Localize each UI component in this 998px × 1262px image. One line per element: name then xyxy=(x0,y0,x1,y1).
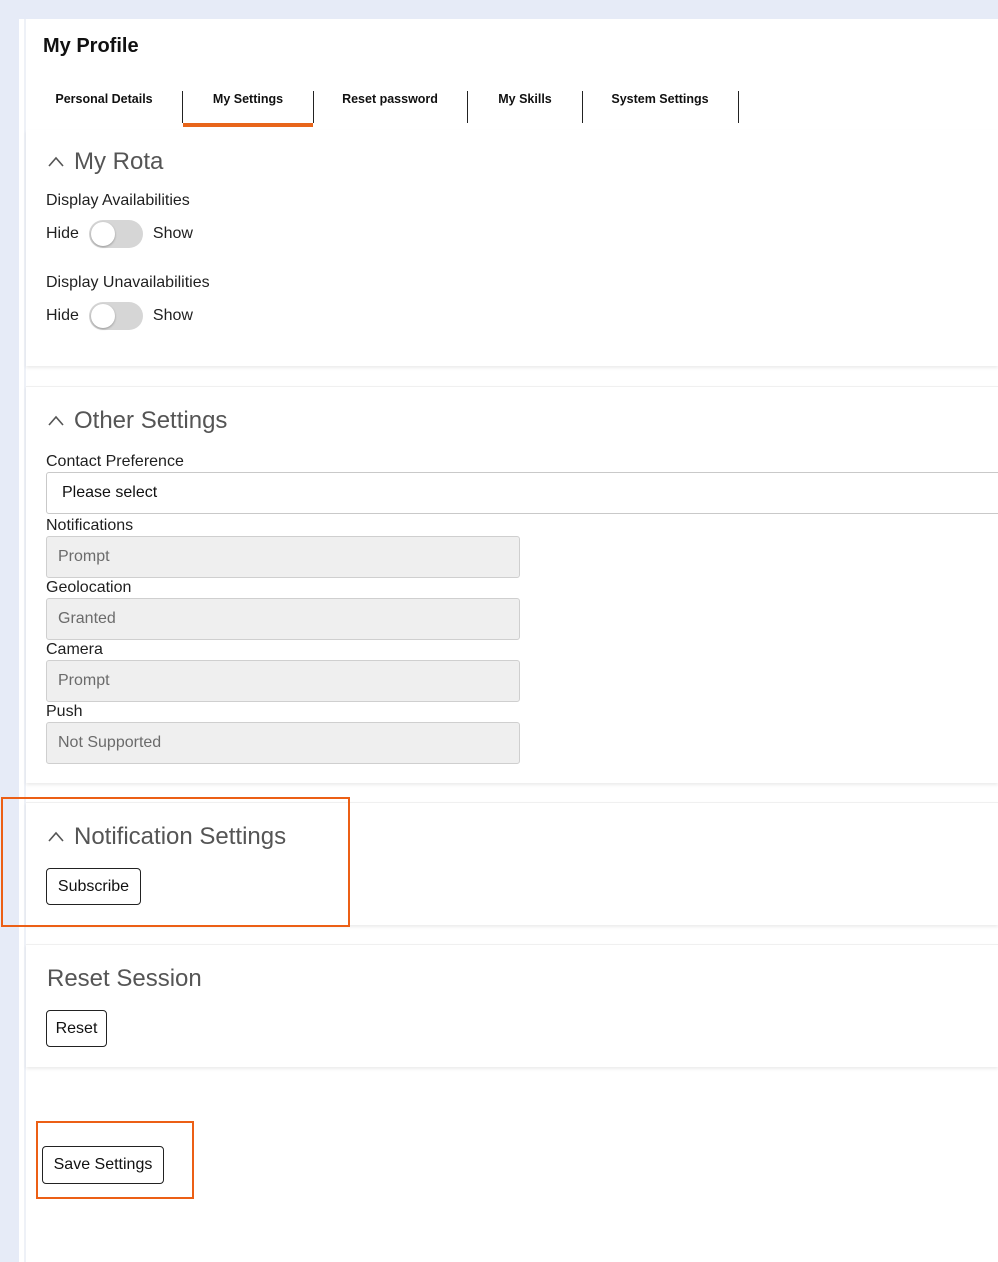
tab-divider xyxy=(313,91,314,123)
unavailabilities-toggle-row: Hide Show xyxy=(46,302,193,330)
subscribe-button[interactable]: Subscribe xyxy=(46,868,141,905)
camera-label: Camera xyxy=(46,641,103,658)
contact-preference-label: Contact Preference xyxy=(46,453,184,470)
tab-divider xyxy=(582,91,583,123)
availabilities-toggle[interactable] xyxy=(88,220,143,248)
left-sidebar-strip xyxy=(0,0,19,1262)
tab-personal-details[interactable]: Personal Details xyxy=(46,88,162,125)
other-settings-header[interactable]: Other Settings xyxy=(46,407,227,435)
tab-my-skills[interactable]: My Skills xyxy=(481,88,569,125)
contact-preference-select[interactable]: Please select xyxy=(46,472,998,514)
my-rota-header[interactable]: My Rota xyxy=(46,148,163,176)
toggle-on-label: Show xyxy=(152,307,193,324)
camera-field: Prompt xyxy=(46,660,520,702)
notifications-label: Notifications xyxy=(46,517,134,534)
notification-settings-header[interactable]: Notification Settings xyxy=(46,823,286,851)
push-field: Not Supported xyxy=(46,722,520,764)
my-rota-section: My Rota Display Availabilities Hide Show… xyxy=(26,130,998,366)
tab-my-settings[interactable]: My Settings xyxy=(183,88,313,127)
save-settings-button[interactable]: Save Settings xyxy=(42,1146,164,1184)
toggle-off-label: Hide xyxy=(46,307,79,324)
tab-divider xyxy=(467,91,468,123)
tab-system-settings[interactable]: System Settings xyxy=(596,88,724,125)
section-title: Notification Settings xyxy=(74,823,287,850)
display-unavailabilities-label: Display Unavailabilities xyxy=(46,274,210,291)
section-title: Other Settings xyxy=(74,407,228,434)
section-title: My Rota xyxy=(74,148,164,175)
notification-settings-section: Notification Settings Subscribe xyxy=(26,802,998,925)
tab-divider xyxy=(738,91,739,123)
notifications-field: Prompt xyxy=(46,536,520,578)
display-availabilities-label: Display Availabilities xyxy=(46,192,190,209)
reset-button[interactable]: Reset xyxy=(46,1010,107,1047)
toggle-off-label: Hide xyxy=(46,225,79,242)
geolocation-field: Granted xyxy=(46,598,520,640)
geolocation-label: Geolocation xyxy=(46,579,132,596)
chevron-up-icon xyxy=(48,415,64,426)
unavailabilities-toggle[interactable] xyxy=(88,302,143,330)
tab-reset-password[interactable]: Reset password xyxy=(326,88,454,125)
top-bar xyxy=(0,0,998,19)
chevron-up-icon xyxy=(48,831,64,842)
reset-session-section: Reset Session Reset xyxy=(26,944,998,1067)
toggle-on-label: Show xyxy=(152,225,193,242)
profile-tabs: Personal Details My Settings Reset passw… xyxy=(26,88,998,128)
reset-session-title: Reset Session xyxy=(47,965,202,992)
chevron-up-icon xyxy=(48,156,64,167)
page-title: My Profile xyxy=(43,35,139,57)
push-label: Push xyxy=(46,703,83,720)
toggle-knob xyxy=(90,304,115,328)
other-settings-section: Other Settings Contact Preference Please… xyxy=(26,386,998,783)
availabilities-toggle-row: Hide Show xyxy=(46,220,193,248)
toggle-knob xyxy=(90,222,115,246)
